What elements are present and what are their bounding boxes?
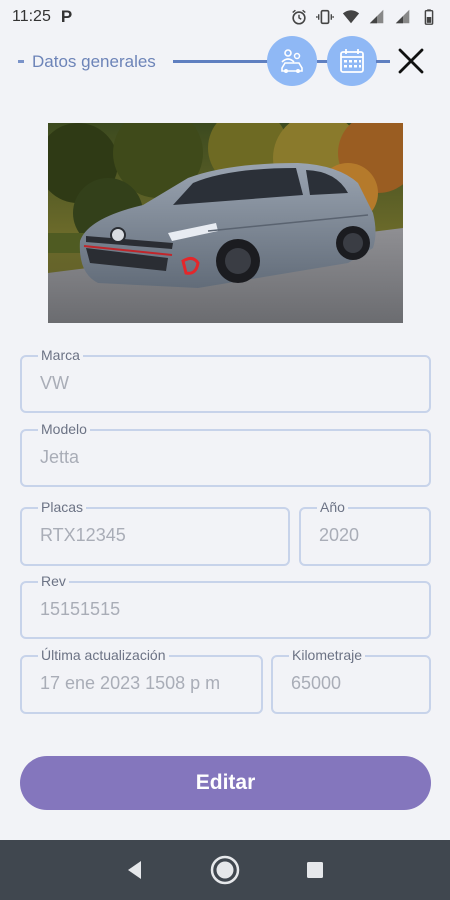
calendar-icon	[340, 49, 364, 73]
ultima-actualizacion-field[interactable]: Última actualización 17 ene 2023 1508 p …	[20, 647, 263, 714]
rev-label: Rev	[38, 573, 69, 589]
status-left: 11:25 P	[12, 7, 72, 27]
signal-icon	[395, 9, 410, 24]
close-icon	[398, 48, 424, 74]
marca-value: VW	[40, 373, 69, 393]
stepper-line	[376, 60, 390, 63]
rev-value: 15151515	[40, 599, 121, 619]
marca-label: Marca	[38, 347, 83, 363]
kilometraje-value: 65000	[291, 673, 342, 693]
placas-label: Placas	[38, 499, 87, 515]
alarm-icon	[292, 9, 306, 25]
anio-value: 2020	[319, 525, 360, 545]
back-triangle-icon	[128, 861, 141, 879]
app-indicator-icon: P	[60, 7, 73, 26]
placas-field[interactable]: Placas RTX12345	[20, 499, 290, 566]
status-bar: 11:25 P	[0, 0, 450, 34]
placas-value: RTX12345	[40, 525, 126, 545]
close-button[interactable]	[394, 44, 428, 78]
step-calendar[interactable]	[327, 36, 377, 86]
android-nav-bar	[0, 840, 450, 900]
stepper-header: Datos generales	[0, 34, 450, 90]
rev-field[interactable]: Rev 15151515	[20, 573, 431, 639]
car-photo	[48, 123, 403, 323]
nav-recents-button[interactable]	[295, 850, 335, 890]
anio-field[interactable]: Año 2020	[299, 499, 431, 566]
modelo-value: Jetta	[40, 447, 80, 467]
nav-home-button[interactable]	[205, 850, 245, 890]
step-label-datos-generales: Datos generales	[32, 52, 156, 71]
kilometraje-label: Kilometraje	[289, 647, 366, 663]
edit-button[interactable]: Editar	[20, 756, 431, 810]
status-right	[290, 8, 438, 26]
anio-label: Año	[317, 499, 348, 515]
marca-field[interactable]: Marca VW	[20, 347, 431, 413]
wifi-icon	[342, 10, 360, 24]
car-person-icon	[281, 49, 303, 73]
home-circle-icon	[210, 855, 240, 885]
step-vehicle-owner[interactable]	[267, 36, 317, 86]
ultima-actualizacion-label: Última actualización	[38, 647, 169, 663]
kilometraje-field[interactable]: Kilometraje 65000	[271, 647, 431, 714]
battery-icon	[424, 9, 434, 25]
modelo-field[interactable]: Modelo Jetta	[20, 421, 431, 487]
ultima-actualizacion-value: 17 ene 2023 1508 p m	[40, 673, 221, 693]
recents-square-icon	[307, 862, 323, 878]
nav-back-button[interactable]	[115, 850, 155, 890]
vibrate-icon	[316, 9, 334, 25]
stepper-dot	[18, 60, 24, 63]
stepper-line	[173, 60, 269, 63]
status-time: 11:25	[12, 8, 51, 25]
modelo-label: Modelo	[38, 421, 90, 437]
signal-icon	[369, 9, 384, 24]
